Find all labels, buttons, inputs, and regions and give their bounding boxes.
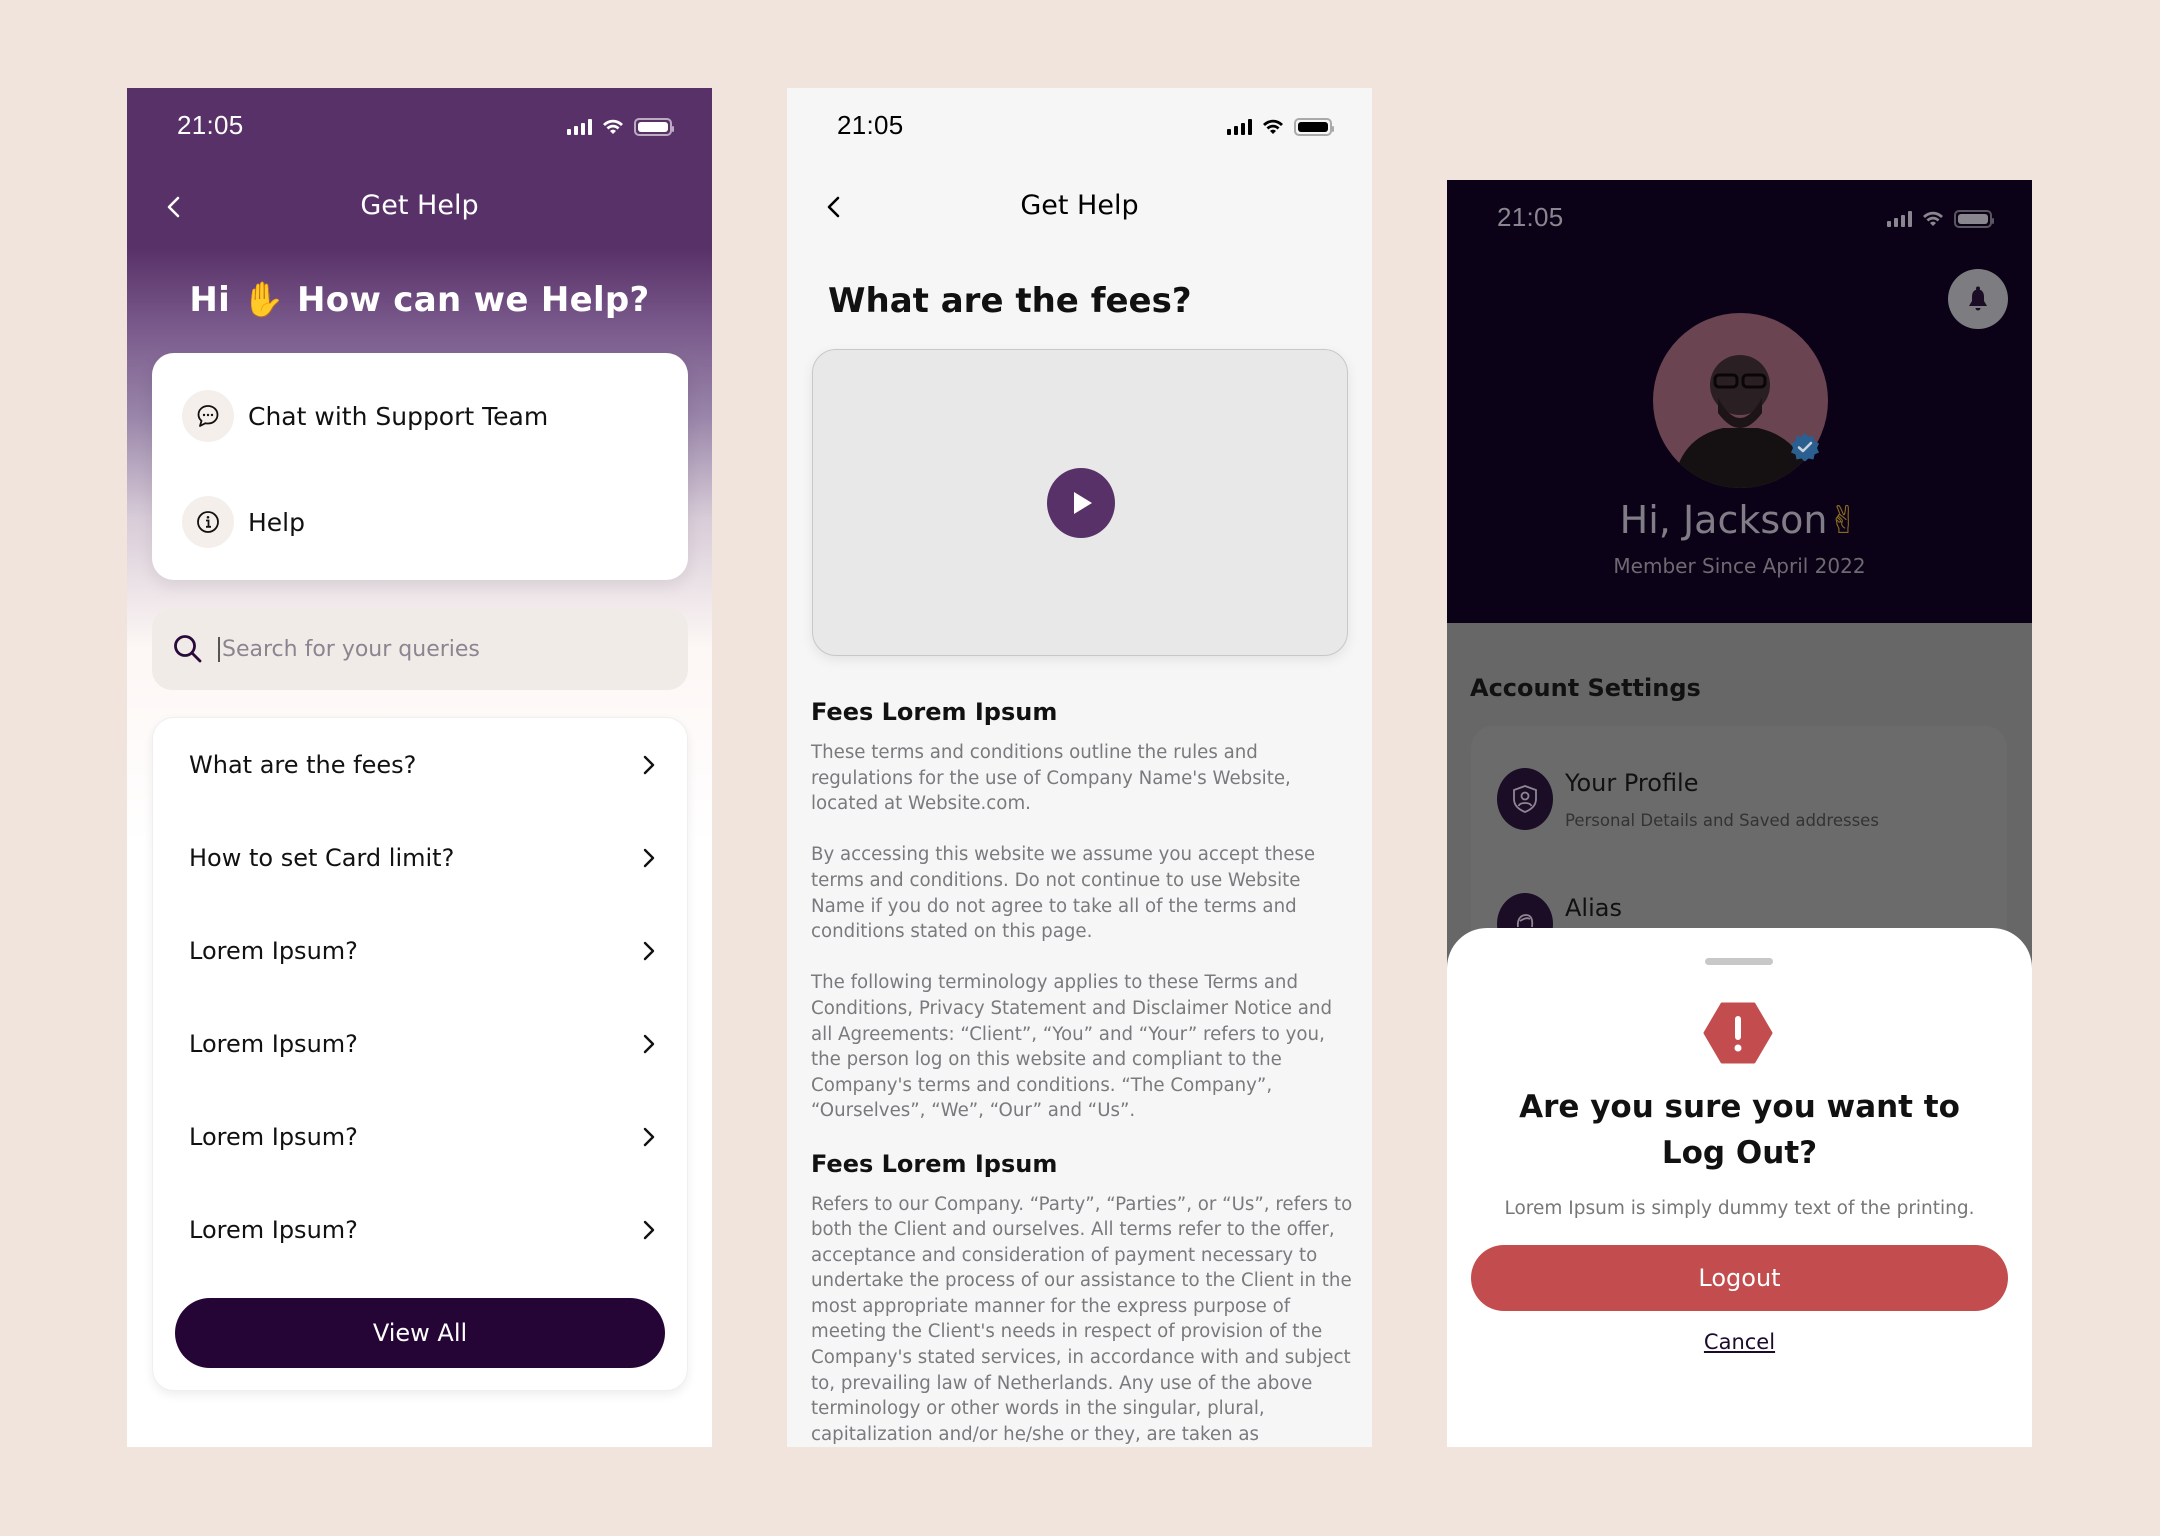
nav-title: Get Help: [1020, 190, 1139, 221]
faq-item[interactable]: What are the fees?: [153, 718, 687, 811]
battery-icon: [634, 118, 674, 136]
bell-icon: [1969, 286, 1987, 311]
status-bar: 21:05: [1447, 202, 2032, 238]
settings-item-title: Alias: [1565, 894, 1622, 922]
greeting-text: How can we Help?: [297, 280, 650, 320]
logout-title-line1: Are you sure you want to: [1519, 1089, 1960, 1125]
section-paragraph: Refers to our Company. “Party”, “Parties…: [811, 1193, 1353, 1445]
profile-header: 21:05 Hi, Jackson✌ Member Since April 20…: [1447, 180, 2032, 623]
search-icon: [174, 635, 202, 663]
faq-item[interactable]: Lorem Ipsum?: [153, 1183, 687, 1276]
section-heading: Fees Lorem Ipsum: [811, 1149, 1058, 1178]
signal-icon: [1227, 119, 1252, 135]
logout-title-line2: Log Out?: [1661, 1135, 1818, 1171]
verified-badge-icon: [1791, 433, 1819, 462]
info-icon: [182, 496, 234, 548]
logout-title: Are you sure you want to Log Out?: [1447, 1084, 2032, 1176]
chevron-right-icon: [643, 1220, 655, 1239]
status-time: 21:05: [837, 110, 904, 140]
greeting-prefix: Hi: [189, 280, 231, 320]
settings-item-subtitle: Personal Details and Saved addresses: [1565, 811, 1879, 830]
video-player[interactable]: [812, 349, 1348, 656]
account-settings-title: Account Settings: [1470, 674, 1701, 702]
signal-icon: [567, 119, 592, 135]
logout-button[interactable]: Logout: [1471, 1245, 2008, 1311]
chat-support-label: Chat with Support Team: [248, 401, 549, 431]
faq-question: Lorem Ipsum?: [189, 1215, 358, 1244]
help-item[interactable]: Help: [182, 494, 652, 550]
chat-support-item[interactable]: Chat with Support Team: [182, 388, 652, 444]
nav-bar: Get Help: [787, 178, 1372, 234]
status-time: 21:05: [1497, 202, 1564, 232]
notification-button[interactable]: [1948, 269, 2008, 329]
section-paragraph: By accessing this website we assume you …: [811, 844, 1316, 943]
faq-item[interactable]: Lorem Ipsum?: [153, 997, 687, 1090]
chat-bubble-icon: [182, 390, 234, 442]
member-since: Member Since April 2022: [1613, 554, 1866, 578]
faq-item[interactable]: Lorem Ipsum?: [153, 904, 687, 997]
battery-icon: [1294, 118, 1334, 136]
wifi-icon: [1923, 211, 1943, 226]
greeting-heading: Hi ✋ How can we Help?: [127, 280, 712, 320]
settings-item-your-profile[interactable]: Your Profile Personal Details and Saved …: [1497, 768, 1879, 830]
play-icon: [1074, 492, 1092, 514]
chevron-right-icon: [643, 941, 655, 960]
chevron-right-icon: [643, 1127, 655, 1146]
cancel-link[interactable]: Cancel: [1447, 1330, 2032, 1354]
greeting-name: Hi, Jackson: [1619, 498, 1828, 542]
chevron-right-icon: [643, 848, 655, 867]
shield-user-icon: [1497, 768, 1553, 830]
help-label: Help: [248, 507, 305, 537]
battery-icon: [1954, 210, 1994, 228]
search-input[interactable]: [218, 636, 658, 662]
help-home-screen: 21:05 Get Help Hi ✋ How can we Help? Cha…: [127, 88, 712, 1447]
logout-bottom-sheet: Are you sure you want to Log Out? Lorem …: [1447, 928, 2032, 1447]
logout-subtitle: Lorem Ipsum is simply dummy text of the …: [1504, 1198, 1975, 1219]
victory-emoji-icon: ✌: [1827, 498, 1860, 542]
nav-bar: Get Help: [127, 178, 712, 234]
article-title: What are the fees?: [828, 281, 1192, 321]
status-icons: [1227, 118, 1334, 136]
wave-emoji-icon: ✋: [242, 280, 285, 320]
play-button[interactable]: [1047, 468, 1115, 538]
status-bar: 21:05: [127, 110, 712, 146]
chevron-right-icon: [643, 1034, 655, 1053]
settings-item-title: Your Profile: [1565, 769, 1699, 797]
section-paragraph: The following terminology applies to the…: [811, 972, 1332, 1122]
section-paragraph: These terms and conditions outline the r…: [811, 742, 1291, 815]
faq-question: Lorem Ipsum?: [189, 936, 358, 965]
article-body: Fees Lorem Ipsum These terms and conditi…: [811, 698, 1356, 1447]
wifi-icon: [603, 119, 623, 134]
faq-question: Lorem Ipsum?: [189, 1122, 358, 1151]
status-bar: 21:05: [787, 110, 1372, 146]
search-bar: [152, 608, 688, 690]
nav-title: Get Help: [360, 190, 479, 221]
chevron-right-icon: [643, 755, 655, 774]
faq-item[interactable]: Lorem Ipsum?: [153, 1090, 687, 1183]
view-all-button[interactable]: View All: [175, 1298, 665, 1368]
faq-list: What are the fees? How to set Card limit…: [152, 717, 688, 1391]
section-heading: Fees Lorem Ipsum: [811, 698, 1058, 726]
wifi-icon: [1263, 119, 1283, 134]
profile-greeting: Hi, Jackson✌: [1447, 498, 2032, 542]
status-icons: [567, 118, 674, 136]
faq-question: Lorem Ipsum?: [189, 1029, 358, 1058]
faq-item[interactable]: How to set Card limit?: [153, 811, 687, 904]
sheet-drag-handle[interactable]: [1705, 958, 1773, 965]
warning-octagon-icon: [1703, 1002, 1773, 1064]
profile-logout-screen: 21:05 Hi, Jackson✌ Member Since April 20…: [1447, 180, 2032, 1447]
faq-question: What are the fees?: [189, 750, 417, 779]
support-actions-card: Chat with Support Team Help: [152, 353, 688, 580]
status-time: 21:05: [177, 110, 244, 140]
faq-question: How to set Card limit?: [189, 843, 455, 872]
signal-icon: [1887, 211, 1912, 227]
article-screen: 21:05 Get Help What are the fees? Fees L…: [787, 88, 1372, 1447]
status-icons: [1887, 210, 1994, 228]
